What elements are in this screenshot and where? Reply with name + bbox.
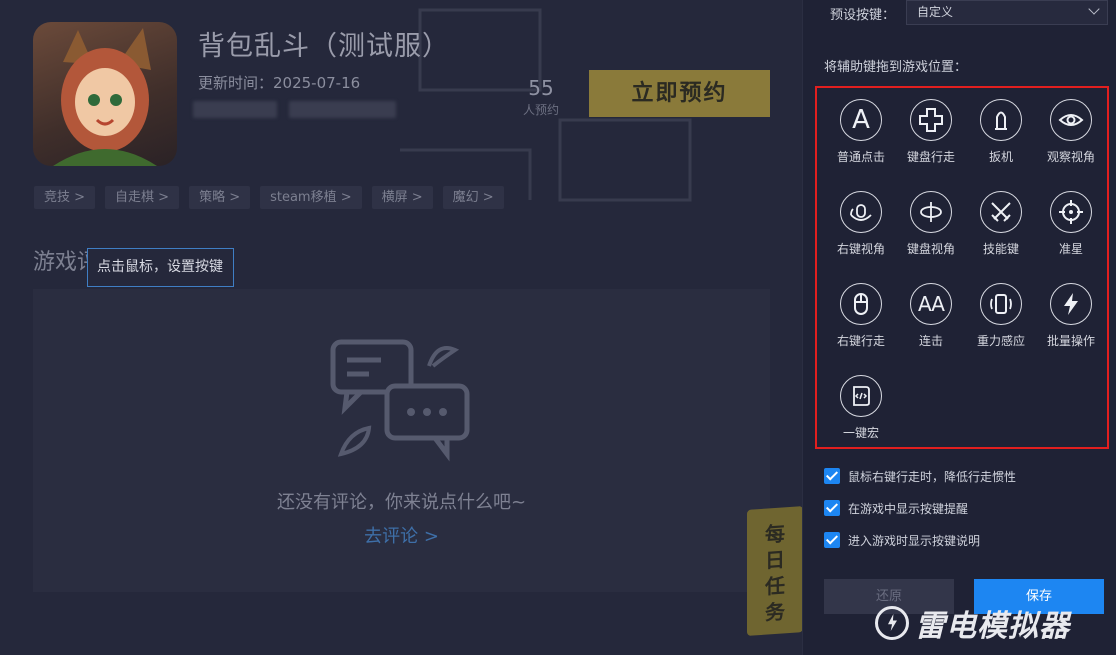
drag-hint: 将辅助键拖到游戏位置： <box>824 60 968 75</box>
rotate-icon <box>910 191 952 233</box>
key-macro[interactable]: 一键宏 <box>826 375 896 455</box>
daily-task-char: 务 <box>765 599 785 625</box>
preset-label: 预设按键： <box>830 8 896 23</box>
crosshair-icon <box>1050 191 1092 233</box>
empty-comments-icon <box>330 339 470 462</box>
tag-list: 竞技 > 自走棋 > 策略 > steam移植 > 横屏 > 魔幻 > <box>34 186 504 209</box>
reserve-button[interactable]: 立即预约 <box>589 70 770 117</box>
key-settings-panel: 预设按键： 自定义 将辅助键拖到游戏位置： A 普通点击 键盘行走 扳机 观察视… <box>802 0 1116 655</box>
key-keyboard-walk[interactable]: 键盘行走 <box>896 99 966 179</box>
tag-item[interactable]: 策略 > <box>189 186 251 209</box>
ldplayer-logo-icon <box>875 606 909 640</box>
key-label: 普通点击 <box>836 150 885 164</box>
go-comment-link[interactable]: 去评论 > <box>33 522 770 548</box>
preset-select-value: 自定义 <box>917 5 954 19</box>
tag-item[interactable]: 横屏 > <box>371 186 433 209</box>
letter-a-icon: A <box>840 99 882 141</box>
checkbox-checked[interactable] <box>824 532 840 548</box>
key-right-mouse-walk[interactable]: 右键行走 <box>826 283 896 363</box>
update-time: 更新时间：2025-07-16 <box>198 74 361 92</box>
key-label: 连击 <box>918 334 943 348</box>
key-right-mouse-view[interactable]: 右键视角 <box>826 191 896 271</box>
tag-item[interactable]: steam移植 > <box>260 186 362 209</box>
option-label: 进入游戏时显示按键说明 <box>848 533 981 548</box>
key-trigger[interactable]: 扳机 <box>966 99 1036 179</box>
phone-tilt-icon <box>980 283 1022 325</box>
chevron-down-icon <box>1088 3 1100 15</box>
key-label: 右键行走 <box>836 334 885 348</box>
blurred-info <box>193 101 277 118</box>
reserve-count: 55 <box>528 76 554 100</box>
mouse-icon <box>840 283 882 325</box>
watermark-text: 雷电模拟器 <box>915 609 1070 644</box>
key-skill[interactable]: 技能键 <box>966 191 1036 271</box>
watermark: 雷电模拟器 <box>875 601 1070 645</box>
preset-select[interactable]: 自定义 <box>906 0 1108 25</box>
key-crosshair[interactable]: 准星 <box>1036 191 1106 271</box>
key-label: 右键视角 <box>836 242 885 256</box>
key-combo[interactable]: AA 连击 <box>896 283 966 363</box>
comment-area: 还没有评论，你来说点什么吧~ 去评论 > <box>33 289 770 592</box>
tooltip: 点击鼠标，设置按键 <box>87 248 234 287</box>
tag-item[interactable]: 魔幻 > <box>442 186 504 209</box>
key-label: 观察视角 <box>1046 150 1095 164</box>
option-show-key-hint[interactable]: 在游戏中显示按键提醒 <box>824 499 968 517</box>
game-icon[interactable] <box>33 22 177 166</box>
game-detail-page: 背包乱斗（测试服） 更新时间：2025-07-16 55 人预约 立即预约 竞技… <box>0 0 802 655</box>
character-portrait-icon <box>53 28 157 166</box>
key-label: 准星 <box>1058 242 1083 256</box>
blurred-info <box>289 101 396 118</box>
key-label: 键盘行走 <box>906 150 955 164</box>
option-reduce-inertia[interactable]: 鼠标右键行走时，降低行走惯性 <box>824 467 1016 485</box>
option-show-key-guide[interactable]: 进入游戏时显示按键说明 <box>824 531 980 549</box>
key-observe-view[interactable]: 观察视角 <box>1036 99 1106 179</box>
key-keyboard-view[interactable]: 键盘视角 <box>896 191 966 271</box>
dpad-icon <box>910 99 952 141</box>
tag-item[interactable]: 竞技 > <box>34 186 96 209</box>
reserve-count-label: 人预约 <box>522 103 559 117</box>
tag-item[interactable]: 自走棋 > <box>105 186 180 209</box>
key-gravity-sensor[interactable]: 重力感应 <box>966 283 1036 363</box>
key-label: 重力感应 <box>976 334 1025 348</box>
key-normal-click[interactable]: A 普通点击 <box>826 99 896 179</box>
bullet-icon <box>980 99 1022 141</box>
key-label: 技能键 <box>982 242 1019 256</box>
key-tools-grid: A 普通点击 键盘行走 扳机 观察视角 右键视角 键盘视角 技能键 准星 右键行… <box>815 86 1109 449</box>
macro-script-icon <box>840 375 882 417</box>
mouse-rotate-icon <box>840 191 882 233</box>
checkbox-checked[interactable] <box>824 500 840 516</box>
lightning-icon <box>1050 283 1092 325</box>
key-label: 键盘视角 <box>906 242 955 256</box>
checkbox-checked[interactable] <box>824 468 840 484</box>
option-label: 鼠标右键行走时，降低行走惯性 <box>848 469 1017 484</box>
option-label: 在游戏中显示按键提醒 <box>848 501 969 516</box>
daily-task-badge[interactable]: 每 日 任 务 <box>747 506 802 636</box>
crossed-swords-icon <box>980 191 1022 233</box>
game-title: 背包乱斗（测试服） <box>198 31 450 62</box>
eye-icon <box>1050 99 1092 141</box>
key-label: 批量操作 <box>1046 334 1095 348</box>
empty-comment-text: 还没有评论，你来说点什么吧~ <box>276 492 527 513</box>
double-a-icon: AA <box>910 283 952 325</box>
key-label: 扳机 <box>988 150 1013 164</box>
key-batch-operation[interactable]: 批量操作 <box>1036 283 1106 363</box>
key-label: 一键宏 <box>842 426 879 440</box>
